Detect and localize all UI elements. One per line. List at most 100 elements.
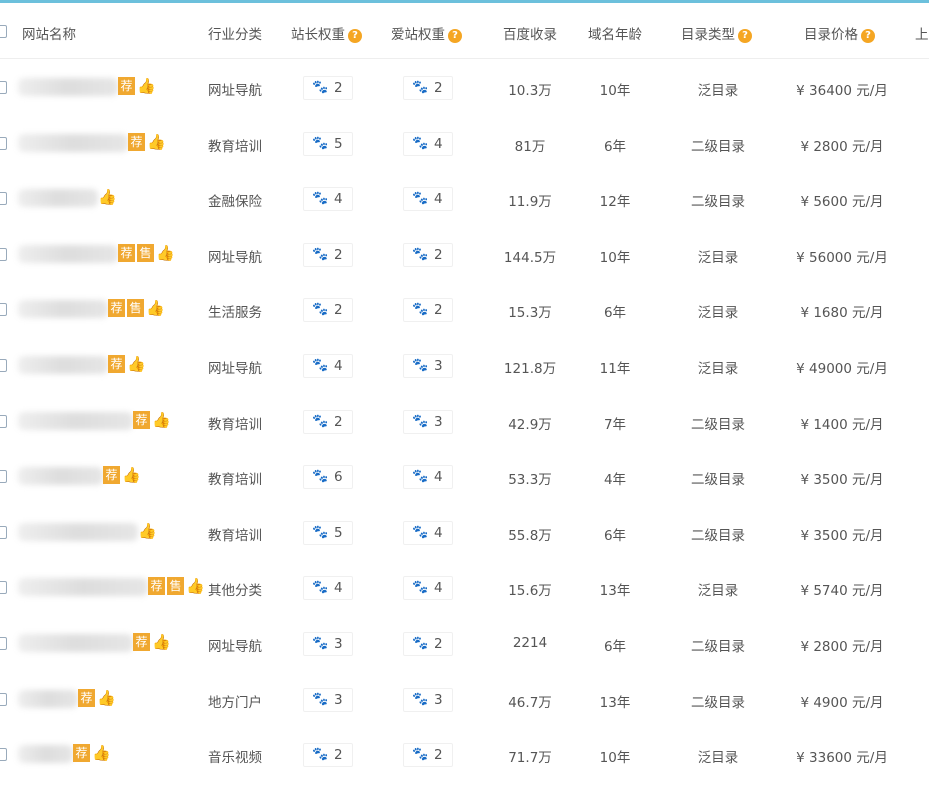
az-weight-value: 4 [434,191,443,208]
dir-type: 泛目录 [697,583,739,600]
site-name-blurred[interactable] [18,467,103,486]
site-name-blurred[interactable] [18,189,98,208]
table-row[interactable]: 荐 👍 网址导航 🐾 4 🐾 3 121.8万 11年 泛目录 ¥ 49000 元/月 [0,338,929,393]
zz-weight-value: 2 [334,747,343,764]
table-row[interactable]: 荐 👍 教育培训 🐾 5 🐾 4 81万 6年 二级目录 ¥ 2800 元/月 [0,116,929,171]
zz-weight: 🐾 3 [303,687,353,712]
industry: 教育培训 [208,138,262,155]
row-checkbox[interactable] [0,136,7,150]
table-row[interactable]: 荐 👍 网址导航 🐾 2 🐾 2 10.3万 10年 泛目录 ¥ 36400 元/月 [0,60,929,115]
site-name-blurred[interactable] [18,356,108,374]
paw-icon: 🐾 [412,580,429,596]
table-row[interactable]: 👍 金融保险 🐾 4 🐾 4 11.9万 12年 二级目录 ¥ 5600 元/月 [0,171,929,226]
az-weight-value: 3 [434,413,443,430]
row-checkbox[interactable] [0,637,7,650]
thumbs-up-icon: 👍 [138,521,157,540]
az-weight: 🐾 3 [403,354,453,378]
zz-weight-value: 4 [334,358,343,374]
row-checkbox[interactable] [0,192,7,206]
site-name-blurred[interactable] [18,634,133,652]
table-row[interactable]: 荐 👍 音乐视频 🐾 2 🐾 2 71.7万 10年 泛目录 ¥ 33600 元/月 [0,727,929,782]
industry: 金融保险 [208,194,262,211]
table-row[interactable]: 荐售 👍 网址导航 🐾 2 🐾 2 144.5万 10年 泛目录 ¥ 56000 元/… [0,227,929,282]
az-weight-value: 2 [434,80,443,96]
zz-weight: 🐾 4 [303,354,353,378]
az-weight-value: 4 [434,469,443,486]
thumbs-up-icon: 👍 [156,243,175,262]
site-name-blurred[interactable] [18,133,128,152]
baidu-index: 11.9万 [508,194,552,211]
domain-age: 12年 [599,194,631,211]
sale-badge: 售 [127,299,144,318]
row-checkbox[interactable] [0,414,7,428]
site-name-blurred[interactable] [18,244,118,263]
site-name-blurred[interactable] [18,745,73,764]
dir-type: 泛目录 [697,361,739,377]
help-icon[interactable]: ? [861,29,875,43]
dir-type: 泛目录 [697,750,739,767]
industry: 教育培训 [208,527,262,544]
thumbs-up-icon: 👍 [97,688,116,707]
domain-age: 4年 [603,472,627,489]
site-name-blurred[interactable] [18,78,118,96]
recommend-badge: 荐 [73,744,90,763]
table-row[interactable]: 荐售 👍 其他分类 🐾 4 🐾 4 15.6万 13年 泛目录 ¥ 5740 元/月 [0,560,929,615]
az-weight-value: 2 [434,747,443,764]
col-dir-type-label: 目录类型 [681,27,735,43]
dir-type: 二级目录 [691,138,745,155]
table-row[interactable]: 荐 👍 教育培训 🐾 2 🐾 3 42.9万 7年 二级目录 ¥ 1400 元/月 [0,394,929,449]
paw-icon: 🐾 [312,191,329,207]
paw-icon: 🐾 [312,135,329,151]
az-weight-value: 4 [434,135,443,152]
site-name-blurred[interactable] [18,578,148,597]
industry: 网址导航 [208,639,262,655]
site-tags: 👍 [138,522,157,540]
table-row[interactable]: 荐售 👍 生活服务 🐾 2 🐾 2 15.3万 6年 泛目录 ¥ 1680 元/月 [0,282,929,337]
row-checkbox[interactable] [0,748,7,762]
az-weight: 🐾 3 [403,409,453,434]
zz-weight-value: 2 [334,246,343,263]
row-checkbox[interactable] [0,581,7,595]
zz-weight: 🐾 2 [303,242,353,267]
row-checkbox[interactable] [0,692,7,706]
row-checkbox[interactable] [0,303,7,317]
zz-weight: 🐾 2 [303,743,353,768]
row-checkbox[interactable] [0,525,7,539]
dir-price: ¥ 49000 元/月 [796,361,888,377]
site-name-blurred[interactable] [18,689,78,708]
az-weight: 🐾 4 [403,576,453,601]
help-icon[interactable]: ? [448,29,462,43]
row-checkbox[interactable] [0,247,7,261]
col-more: 上 [915,27,929,43]
row-checkbox[interactable] [0,359,7,372]
help-icon[interactable]: ? [738,29,752,43]
az-weight: 🐾 2 [403,743,453,768]
site-name-blurred[interactable] [18,411,133,430]
table-row[interactable]: 荐 👍 网址导航 🐾 3 🐾 2 2214 6年 二级目录 ¥ 2800 元/月 [0,616,929,671]
domain-age: 6年 [603,305,627,322]
industry: 生活服务 [208,305,262,322]
az-weight: 🐾 4 [403,520,453,545]
col-az-weight: 爱站权重? [391,23,462,43]
site-name-blurred[interactable] [18,522,138,541]
baidu-index: 81万 [514,138,546,155]
zz-weight-value: 2 [334,413,343,430]
table-row[interactable]: 荐 👍 教育培训 🐾 6 🐾 4 53.3万 4年 二级目录 ¥ 3500 元/月 [0,449,929,504]
dir-price: ¥ 2800 元/月 [800,138,884,155]
recommend-badge: 荐 [133,410,150,429]
site-name-blurred[interactable] [18,300,108,319]
table-row[interactable]: 👍 教育培训 🐾 5 🐾 4 55.8万 6年 二级目录 ¥ 3500 元/月 [0,505,929,560]
recommend-badge: 荐 [118,77,135,95]
help-icon[interactable]: ? [348,29,362,43]
domain-age: 10年 [599,750,631,767]
dir-type: 二级目录 [691,639,745,655]
row-checkbox[interactable] [0,470,7,484]
row-checkbox[interactable] [0,81,7,94]
table-row[interactable]: 荐 👍 地方门户 🐾 3 🐾 3 46.7万 13年 二级目录 ¥ 4900 元/月 [0,672,929,727]
zz-weight: 🐾 5 [303,131,353,156]
select-all-checkbox[interactable] [0,25,7,38]
recommend-badge: 荐 [78,688,95,707]
baidu-index: 10.3万 [508,83,552,99]
site-tags: 荐 👍 [128,132,166,151]
dir-price: ¥ 3500 元/月 [800,472,884,489]
